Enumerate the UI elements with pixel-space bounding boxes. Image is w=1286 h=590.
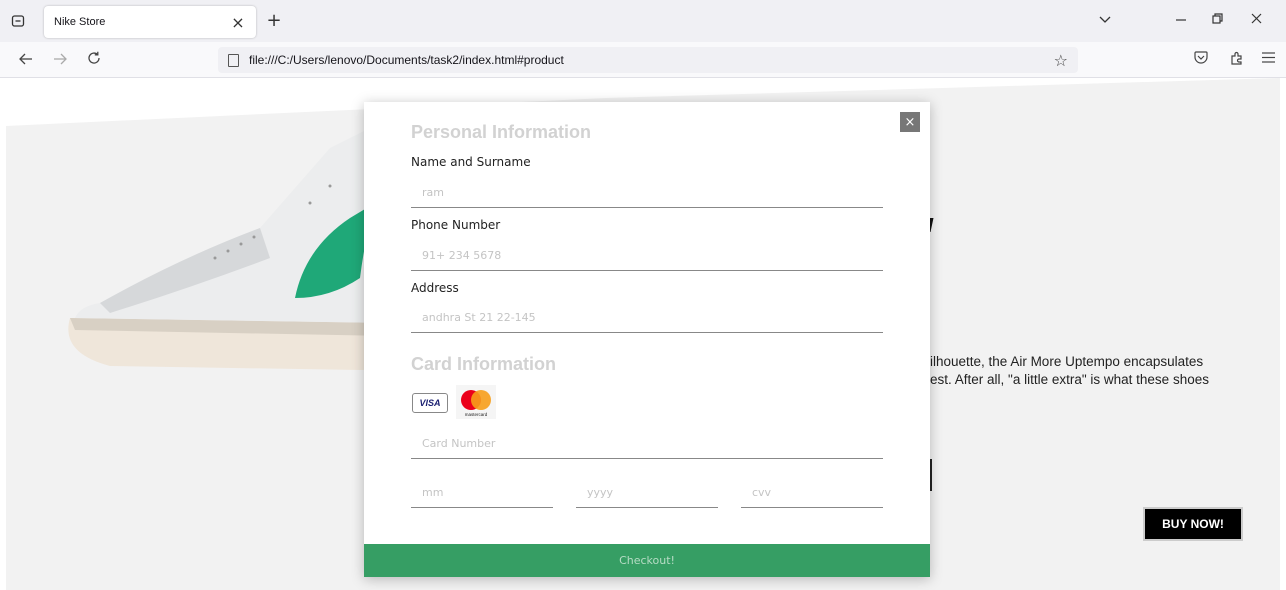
page-icon — [228, 53, 239, 67]
page-content: ilhouette, the Air More Uptempo encapsul… — [0, 78, 1286, 590]
personal-info-title: Personal Information — [411, 122, 592, 142]
card-number-input[interactable] — [411, 429, 883, 459]
name-input[interactable] — [411, 178, 883, 208]
tab-list-icon[interactable] — [6, 9, 30, 33]
phone-input[interactable] — [411, 241, 883, 271]
tab-close-icon[interactable]: × — [230, 13, 246, 32]
visa-logo: VISA — [412, 393, 448, 413]
checkout-modal: × Personal Information Name and Surname … — [364, 102, 930, 577]
buy-now-button[interactable]: BUY NOW! — [1143, 507, 1243, 541]
minimize-icon[interactable] — [1171, 10, 1191, 28]
card-info-title: Card Information — [411, 354, 557, 374]
back-icon[interactable] — [16, 50, 36, 69]
cvv-input[interactable] — [741, 478, 883, 508]
browser-tab[interactable]: Nike Store × — [44, 6, 256, 38]
product-description: ilhouette, the Air More Uptempo encapsul… — [930, 353, 1270, 389]
name-label: Name and Surname — [411, 155, 531, 169]
extensions-icon[interactable] — [1227, 51, 1247, 69]
reload-icon[interactable] — [84, 50, 104, 69]
bookmark-star-icon[interactable]: ☆ — [1054, 51, 1068, 70]
expiry-year-input[interactable] — [576, 478, 718, 508]
shoe-image — [68, 128, 390, 370]
description-line: ilhouette, the Air More Uptempo encapsul… — [930, 354, 1204, 369]
pocket-icon[interactable] — [1191, 51, 1211, 68]
tab-title: Nike Store — [54, 16, 106, 28]
close-window-icon[interactable] — [1246, 10, 1266, 28]
mastercard-logo: mastercard — [456, 385, 496, 419]
new-tab-icon[interactable]: + — [264, 10, 284, 31]
mastercard-text: mastercard — [465, 412, 488, 417]
checkout-button[interactable]: Checkout! — [364, 544, 930, 577]
restore-icon[interactable] — [1207, 10, 1227, 28]
navigation-bar: file:///C:/Users/lenovo/Documents/task2/… — [0, 42, 1286, 78]
menu-icon[interactable] — [1258, 51, 1278, 67]
url-text: file:///C:/Users/lenovo/Documents/task2/… — [249, 53, 564, 67]
address-input[interactable] — [411, 303, 883, 333]
url-bar[interactable]: file:///C:/Users/lenovo/Documents/task2/… — [218, 47, 1078, 73]
forward-icon[interactable] — [50, 50, 70, 69]
close-modal-icon[interactable]: × — [900, 112, 920, 132]
phone-label: Phone Number — [411, 218, 501, 232]
list-all-tabs-icon[interactable] — [1095, 10, 1115, 28]
tab-bar: Nike Store × + — [0, 0, 1286, 42]
expiry-month-input[interactable] — [411, 478, 553, 508]
address-label: Address — [411, 281, 459, 295]
description-line: est. After all, "a little extra" is what… — [930, 372, 1209, 387]
